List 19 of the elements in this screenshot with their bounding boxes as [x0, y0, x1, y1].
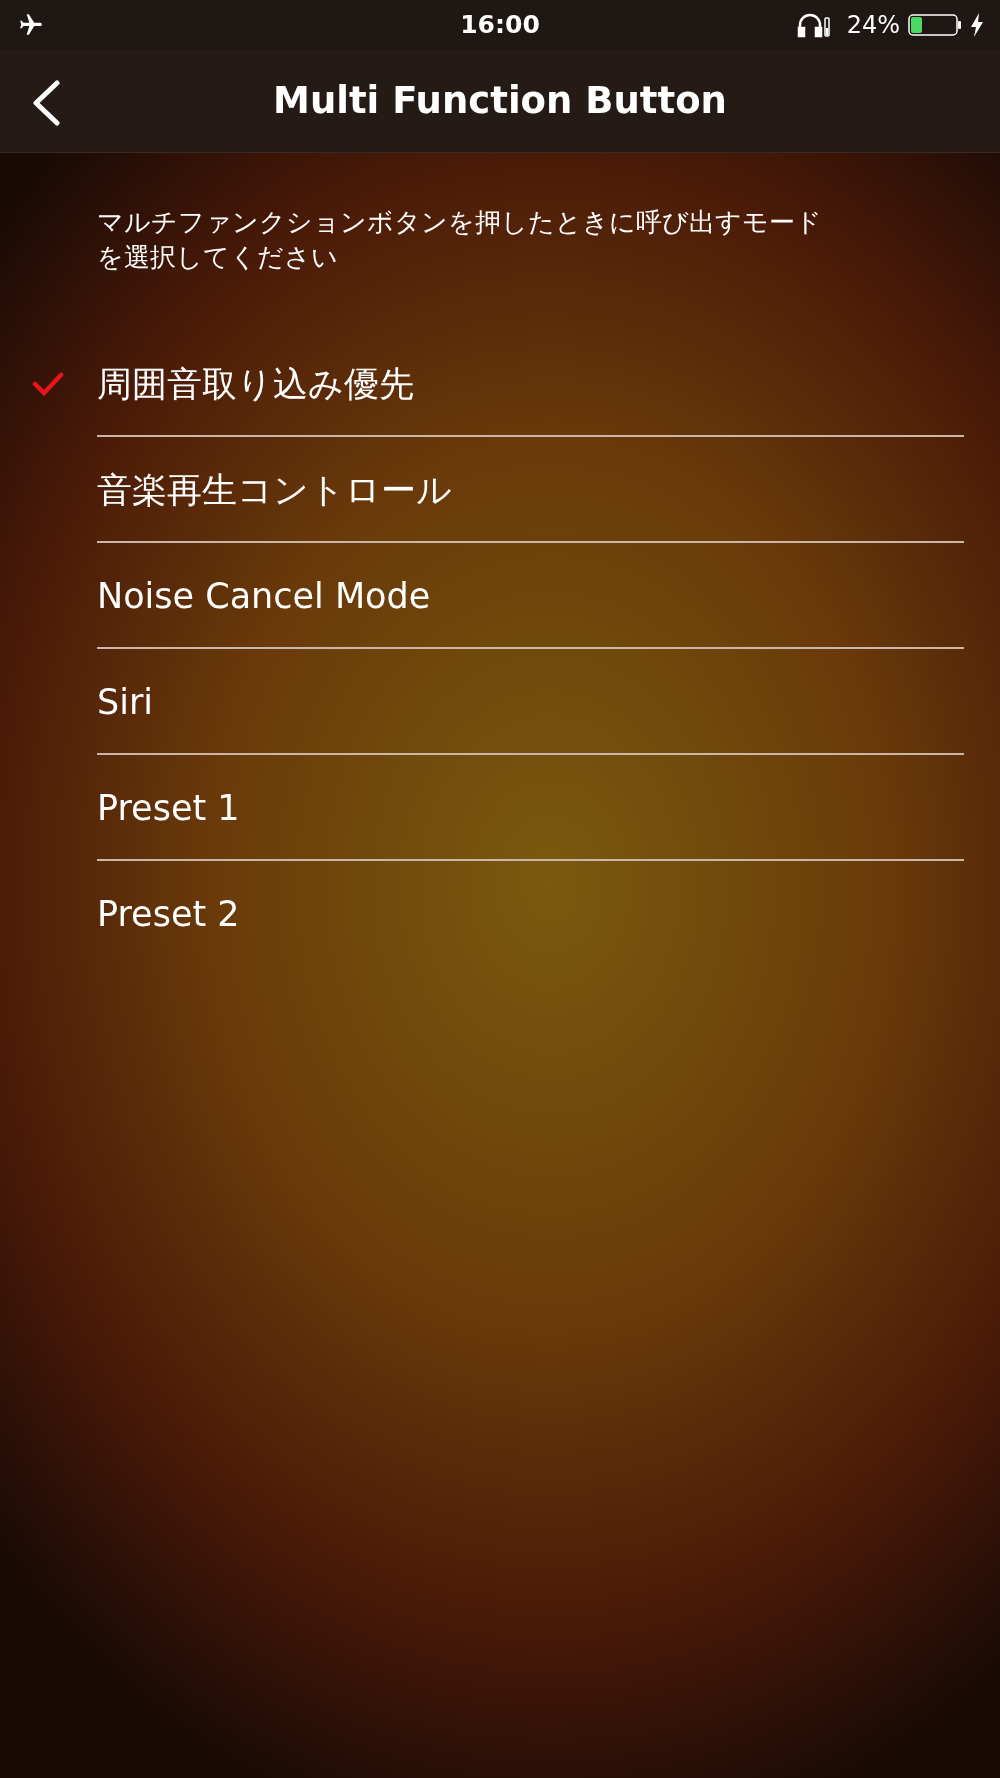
screen-title: Multi Function Button — [273, 78, 727, 125]
back-chevron-icon — [31, 80, 61, 126]
option-item[interactable]: 周囲音取り込み優先 — [0, 331, 1000, 437]
headphones-icon — [796, 12, 831, 38]
status-time: 16:00 — [460, 9, 540, 42]
option-label: 音楽再生コントロール — [97, 468, 452, 512]
option-item[interactable]: 音楽再生コントロール — [0, 437, 1000, 543]
option-label: Preset 1 — [97, 786, 240, 830]
option-label: Preset 2 — [97, 892, 240, 936]
instruction-text: マルチファンクションボタンを押したときに呼び出すモードを選択してください — [97, 206, 823, 274]
battery-icon — [908, 13, 962, 37]
option-item[interactable]: Noise Cancel Mode — [0, 543, 1000, 649]
option-item[interactable]: Preset 2 — [0, 861, 1000, 967]
battery-percent: 24% — [846, 10, 900, 41]
option-label: 周囲音取り込み優先 — [97, 362, 414, 406]
option-item[interactable]: Siri — [0, 649, 1000, 755]
option-label: Noise Cancel Mode — [97, 574, 431, 618]
option-item[interactable]: Preset 1 — [0, 755, 1000, 861]
option-label: Siri — [97, 680, 154, 724]
